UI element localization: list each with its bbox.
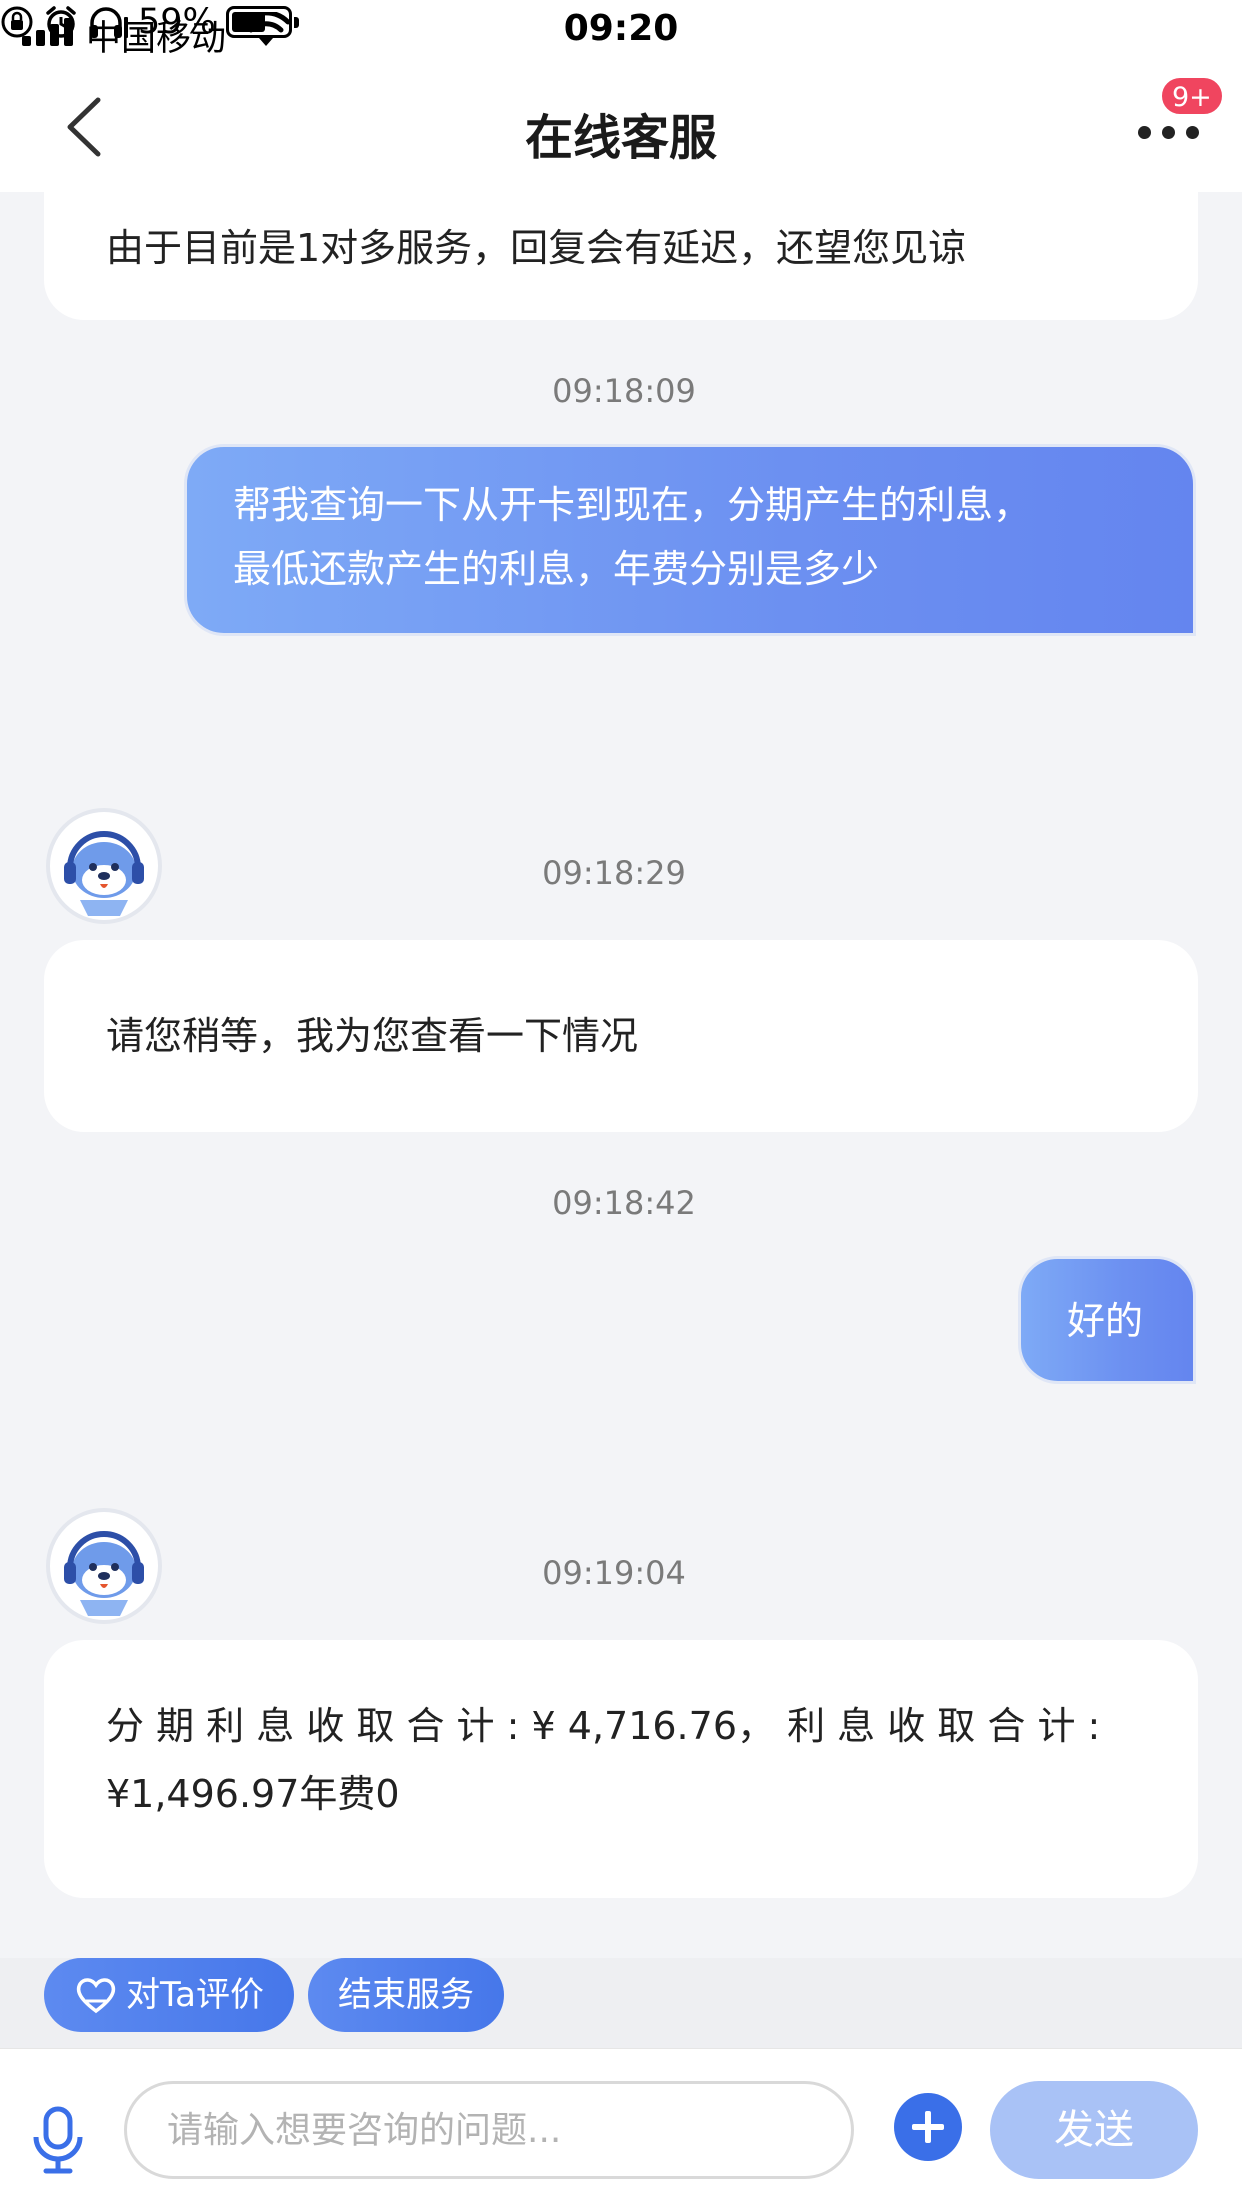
message-timestamp: 09:19:04 — [542, 1554, 686, 1592]
agent-avatar[interactable] — [46, 808, 162, 924]
agent-message: 请您稍等，我为您查看一下情况 — [44, 940, 1198, 1132]
message-text-line: 分 期 利 息 收 取 合 计 : ¥ 4,716.76， 利 息 收 取 合 … — [106, 1704, 1101, 1748]
message-timestamp: 09:18:29 — [542, 854, 686, 892]
message-text-line: 帮我查询一下从开卡到现在，分期产生的利息， — [233, 483, 1032, 527]
heart-icon — [76, 1978, 116, 2014]
quick-actions-bar: 对Ta评价 结束服务 — [0, 1958, 1242, 2048]
message-text: 好的 — [1067, 1299, 1144, 1343]
input-bar: 发送 — [0, 2048, 1242, 2208]
message-text-line: 最低还款产生的利息，年费分别是多少 — [233, 547, 880, 591]
notification-badge: 9+ — [1160, 76, 1224, 116]
message-text: 由于目前是1对多服务，回复会有延迟，还望您见谅 — [106, 226, 967, 270]
microphone-icon — [33, 2106, 83, 2174]
nav-bar: 在线客服 9+ — [0, 62, 1242, 192]
end-service-label: 结束服务 — [338, 1975, 474, 2015]
battery-icon — [225, 6, 299, 38]
plus-button[interactable] — [894, 2093, 962, 2161]
message-timestamp: 09:18:09 — [552, 372, 696, 410]
message-text: 请您稍等，我为您查看一下情况 — [106, 1014, 639, 1058]
message-input[interactable] — [124, 2081, 854, 2179]
chat-list[interactable]: 由于目前是1对多服务，回复会有延迟，还望您见谅 09:18:09 帮我查询一下从… — [0, 192, 1242, 1960]
status-time: 09:20 — [563, 8, 679, 49]
service-bot-avatar-icon — [64, 1531, 144, 1616]
rate-agent-button[interactable]: 对Ta评价 — [44, 1958, 294, 2032]
agent-message: 分 期 利 息 收 取 合 计 : ¥ 4,716.76， 利 息 收 取 合 … — [44, 1640, 1198, 1898]
send-button[interactable]: 发送 — [990, 2081, 1198, 2179]
agent-avatar[interactable] — [46, 1508, 162, 1624]
agent-message: 由于目前是1对多服务，回复会有延迟，还望您见谅 — [44, 192, 1198, 320]
user-message: 好的 — [1018, 1256, 1196, 1384]
end-service-button[interactable]: 结束服务 — [308, 1958, 504, 2032]
message-text-line: ¥1,496.97年费0 — [106, 1772, 400, 1816]
message-timestamp: 09:18:42 — [552, 1184, 696, 1222]
status-bar: 中国移动 09:20 59% — [0, 0, 1242, 62]
rate-agent-label: 对Ta评价 — [126, 1975, 264, 2015]
user-message: 帮我查询一下从开卡到现在，分期产生的利息， 最低还款产生的利息，年费分别是多少 — [184, 444, 1196, 636]
microphone-button[interactable] — [28, 2105, 88, 2175]
service-bot-avatar-icon — [64, 831, 144, 916]
page-title: 在线客服 — [524, 110, 717, 166]
